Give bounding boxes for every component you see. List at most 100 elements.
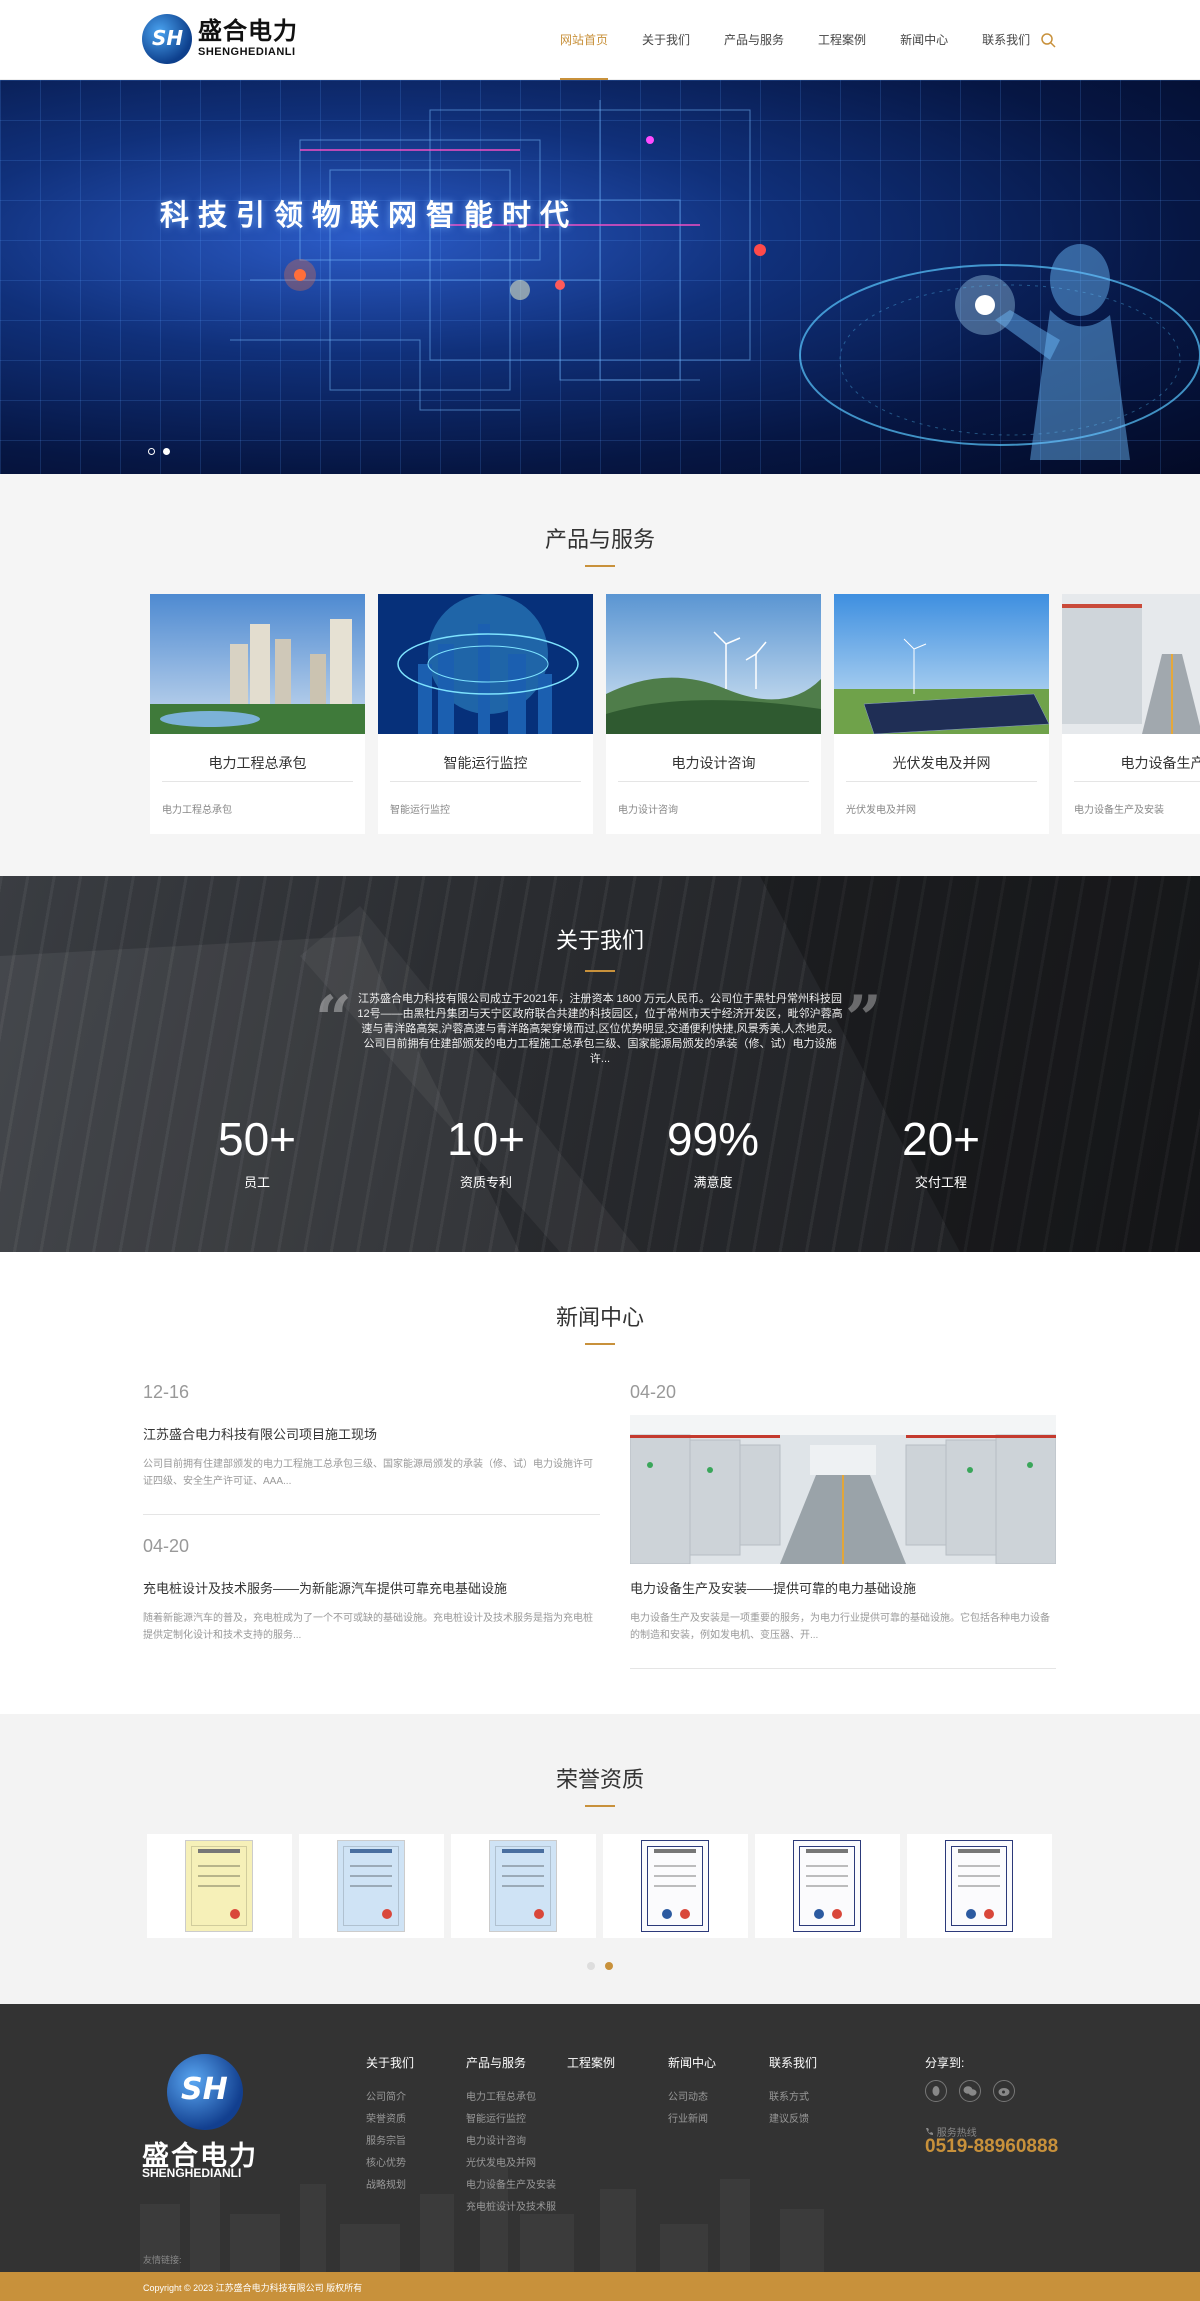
certificate-card[interactable]: [603, 1834, 748, 1938]
honors-title-underline: [585, 1805, 615, 1807]
footer-link[interactable]: 电力设计咨询: [466, 2131, 556, 2153]
product-card[interactable]: 电力设计咨询 电力设计咨询: [606, 594, 821, 834]
product-desc: 电力设计咨询: [618, 805, 678, 816]
product-image-switchgear: [1062, 594, 1200, 734]
product-desc: 光伏发电及并网: [846, 805, 916, 816]
stat-number: 20+: [901, 1113, 981, 1165]
wechat-icon[interactable]: [959, 2080, 981, 2102]
stat-label: 交付工程: [914, 1175, 967, 1190]
site-logo[interactable]: 盛合电力 SHENGHEDIANLI: [142, 14, 322, 64]
search-icon[interactable]: [1040, 32, 1056, 48]
certificate-card[interactable]: [755, 1834, 900, 1938]
footer-link[interactable]: 联系方式: [769, 2087, 817, 2109]
footer-col-products: 产品与服务 电力工程总承包 智能运行监控 电力设计咨询 光伏发电及并网 电力设备…: [466, 2054, 556, 2219]
certificate-card[interactable]: [907, 1834, 1052, 1938]
product-image-wind-turbines: [606, 594, 821, 734]
nav-cases[interactable]: 工程案例: [818, 0, 866, 80]
product-name: 光伏发电及并网: [892, 755, 991, 771]
footer-link[interactable]: 公司简介: [366, 2087, 414, 2109]
product-name: 电力工程总承包: [208, 755, 307, 771]
stat-label: 资质专利: [459, 1175, 512, 1190]
qq-icon[interactable]: [925, 2080, 947, 2102]
product-name: 电力设备生产及: [1120, 755, 1200, 771]
certificate-image: [337, 1840, 405, 1932]
product-name: 电力设计咨询: [671, 755, 756, 771]
footer-link[interactable]: 服务宗旨: [366, 2131, 414, 2153]
divider: [390, 781, 581, 782]
banner-title: 科技引领物联网智能时代: [160, 200, 579, 232]
certificate-image: [793, 1840, 861, 1932]
stat-patents: 10+ 资质专利: [386, 1114, 586, 1191]
products-title-underline: [585, 565, 615, 567]
honors-dot-2[interactable]: [605, 1962, 613, 1970]
honors-dot-1[interactable]: [587, 1962, 595, 1970]
news-title-link[interactable]: 江苏盛合电力科技有限公司项目施工现场: [143, 1424, 377, 1443]
product-card[interactable]: 电力设备生产及 电力设备生产及安装: [1062, 594, 1200, 834]
nav-news[interactable]: 新闻中心: [900, 0, 948, 80]
certificate-card[interactable]: [299, 1834, 444, 1938]
news-summary: 随着新能源汽车的普及，充电桩成为了一个不可或缺的基础设施。充电桩设计及技术服务是…: [143, 1613, 593, 1641]
honors-pagination: [587, 1962, 613, 1970]
nav-contact[interactable]: 联系我们: [982, 0, 1030, 80]
honors-title: 荣誉资质: [555, 1767, 644, 1792]
footer-col-title[interactable]: 联系我们: [769, 2054, 817, 2071]
news-image-switchgear-room: [630, 1415, 1056, 1564]
banner-circuit-graphic: [230, 100, 1200, 460]
footer-link[interactable]: 战略规划: [366, 2175, 414, 2197]
footer-logo-en: SHENGHEDIANLI: [142, 2166, 242, 2180]
nav-about[interactable]: 关于我们: [642, 0, 690, 80]
product-card[interactable]: 电力工程总承包 电力工程总承包: [150, 594, 365, 834]
footer-link[interactable]: 公司动态: [668, 2087, 716, 2109]
product-desc: 电力工程总承包: [162, 805, 232, 816]
footer-link[interactable]: 光伏发电及并网: [466, 2153, 556, 2175]
news-title-link[interactable]: 充电桩设计及技术服务——为新能源汽车提供可靠充电基础设施: [143, 1578, 507, 1597]
news-title-link[interactable]: 电力设备生产及安装——提供可靠的电力基础设施: [630, 1578, 916, 1597]
footer-link[interactable]: 核心优势: [366, 2153, 414, 2175]
honors-section: 荣誉资质: [0, 1714, 1200, 2004]
banner-dot-1[interactable]: [148, 448, 155, 455]
site-footer: 盛合电力 SHENGHEDIANLI 关于我们 公司简介 荣誉资质 服务宗旨 核…: [0, 2004, 1200, 2272]
divider: [846, 781, 1037, 782]
footer-col-title[interactable]: 工程案例: [567, 2054, 615, 2071]
banner-dot-2[interactable]: [163, 448, 170, 455]
footer-link[interactable]: 智能运行监控: [466, 2109, 556, 2131]
stat-employees: 50+ 员工: [157, 1114, 357, 1191]
logo-icon: [167, 2054, 243, 2130]
footer-col-title[interactable]: 产品与服务: [466, 2054, 556, 2071]
certificate-image: [641, 1840, 709, 1932]
news-date: 12-16: [143, 1382, 190, 1402]
site-header: 盛合电力 SHENGHEDIANLI 网站首页 关于我们 产品与服务 工程案例 …: [0, 0, 1200, 80]
footer-col-title[interactable]: 关于我们: [366, 2054, 414, 2071]
footer-link[interactable]: 电力设备生产及安装: [466, 2175, 556, 2197]
product-desc: 智能运行监控: [390, 805, 450, 816]
nav-home[interactable]: 网站首页: [560, 0, 609, 80]
footer-link[interactable]: 建议反馈: [769, 2109, 817, 2131]
copyright-text: Copyright © 2023 江苏盛合电力科技有限公司 版权所有: [143, 2283, 363, 2293]
nav-products[interactable]: 产品与服务: [724, 0, 784, 80]
news-section: 新闻中心 12-16 江苏盛合电力科技有限公司项目施工现场 公司目前拥有住建部颁…: [0, 1252, 1200, 1714]
product-image-city: [150, 594, 365, 734]
news-date: 04-20: [630, 1382, 677, 1402]
news-summary: 电力设备生产及安装是一项重要的服务，为电力行业提供可靠的基础设施。它包括各种电力…: [630, 1613, 1050, 1641]
footer-link[interactable]: 荣誉资质: [366, 2109, 414, 2131]
product-image-smart-city: [378, 594, 593, 734]
footer-logo[interactable]: 盛合电力 SHENGHEDIANLI: [142, 2054, 272, 2180]
certificate-card[interactable]: [451, 1834, 596, 1938]
footer-link[interactable]: 充电桩设计及技术服: [466, 2197, 556, 2219]
product-card[interactable]: 智能运行监控 智能运行监控: [378, 594, 593, 834]
footer-link[interactable]: 电力工程总承包: [466, 2087, 556, 2109]
footer-link[interactable]: 行业新闻: [668, 2109, 716, 2131]
about-title-underline: [585, 970, 615, 972]
footer-col-title[interactable]: 新闻中心: [668, 2054, 716, 2071]
footer-col-contact: 联系我们 联系方式 建议反馈: [769, 2054, 817, 2131]
certificate-card[interactable]: [147, 1834, 292, 1938]
hotline-number[interactable]: 0519-88960888: [925, 2136, 1058, 2158]
product-card[interactable]: 光伏发电及并网 光伏发电及并网: [834, 594, 1050, 834]
divider: [630, 1668, 1056, 1669]
products-section: 产品与服务 电力工程总承包 电力工程总承包 智能运行监控 智能运行监控 电力设计…: [0, 474, 1200, 876]
main-nav: 网站首页 关于我们 产品与服务 工程案例 新闻中心 联系我们: [560, 0, 1064, 80]
about-intro-text: 江苏盛合电力科技有限公司成立于2021年，注册资本 1800 万元人民币。公司位…: [357, 993, 843, 1065]
weibo-icon[interactable]: [993, 2080, 1015, 2102]
logo-text-cn: 盛合电力: [198, 18, 298, 45]
stat-label: 满意度: [693, 1175, 733, 1190]
